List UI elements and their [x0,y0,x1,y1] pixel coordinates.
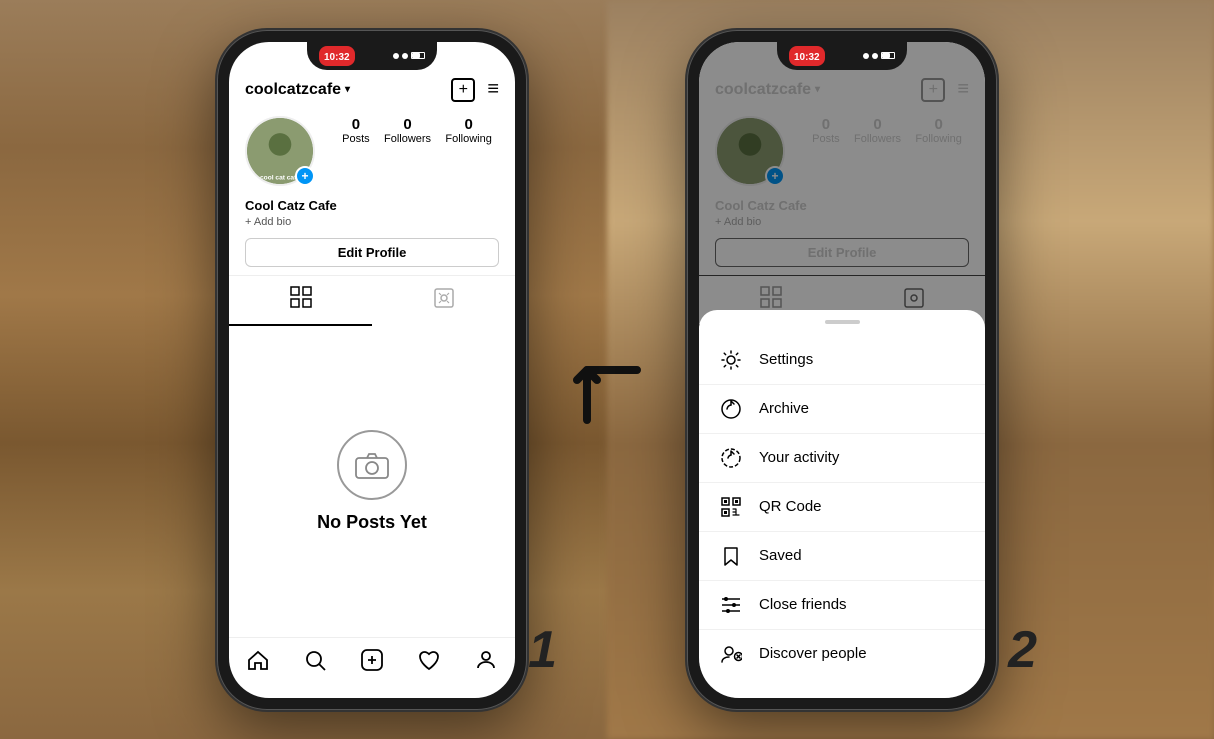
ig-header-1: coolcatzcafe ▾ + ≡ [229,70,515,108]
tab-tagged-1[interactable] [372,276,515,326]
tag-icon-1 [433,287,455,315]
search-nav-icon[interactable] [303,648,327,678]
followers-stat: 0 Followers [384,116,431,145]
arrow-container [567,300,647,440]
username-1[interactable]: coolcatzcafe ▾ [245,81,350,99]
bottom-nav-1 [229,637,515,698]
profile-name-1: Cool Catz Cafe [245,198,499,213]
following-label: Following [445,133,491,145]
grid-icon-1 [290,286,312,314]
battery-icon [411,52,425,59]
avatar-container-1: cool cat cafe + [245,116,315,186]
qr-label: QR Code [759,498,822,515]
saved-label: Saved [759,547,802,564]
phone-2: 10:32 coolcatzcafe ▾ [687,30,997,710]
signal-icon-2 [863,53,869,59]
add-nav-icon[interactable] [360,648,384,678]
home-nav-icon[interactable] [246,648,270,678]
settings-label: Settings [759,351,813,368]
menu-item-discover[interactable]: Discover people [699,630,985,678]
menu-icon-1[interactable]: ≡ [487,78,499,101]
posts-count: 0 [352,116,360,133]
activity-icon [719,447,743,469]
step-number-2: 2 [1008,620,1037,680]
settings-icon [719,349,743,371]
heart-nav-icon[interactable] [417,648,441,678]
posts-stat: 0 Posts [342,116,370,145]
menu-item-close-friends[interactable]: Close friends [699,581,985,630]
time-2: 10:32 [794,52,820,63]
posts-label: Posts [342,133,370,145]
discover-label: Discover people [759,645,867,662]
arrow-icon [567,360,647,440]
time-1: 10:32 [324,52,350,63]
no-posts-text: No Posts Yet [317,512,427,533]
chevron-down-icon: ▾ [345,84,350,95]
archive-icon [719,398,743,420]
notch-2: 10:32 [777,42,907,70]
tabs-row-1 [229,275,515,326]
stats-row-1: 0 Posts 0 Followers 0 Following [335,116,499,145]
tab-grid-1[interactable] [229,276,372,326]
menu-item-saved[interactable]: Saved [699,532,985,581]
add-post-icon[interactable]: + [451,78,475,102]
profile-section-1: cool cat cafe + 0 Posts 0 [229,108,515,194]
signal-icon [393,53,399,59]
add-bio-text-1: + Add bio [245,216,291,228]
dropdown-menu: Settings Archive [699,310,985,698]
discover-icon [719,643,743,665]
step-number-1: 1 [528,620,557,680]
camera-circle [337,430,407,500]
menu-handle [825,320,860,324]
following-count: 0 [464,116,472,133]
activity-label: Your activity [759,449,839,466]
edit-profile-btn-1[interactable]: Edit Profile [245,238,499,267]
archive-label: Archive [759,400,809,417]
username-text-1: coolcatzcafe [245,81,341,99]
wifi-icon-2 [872,53,878,59]
followers-count: 0 [403,116,411,133]
close-friends-icon [719,594,743,616]
following-stat: 0 Following [445,116,491,145]
header-icons-1: + ≡ [451,78,499,102]
add-avatar-badge[interactable]: + [295,166,315,186]
saved-icon [719,545,743,567]
qr-icon [719,496,743,518]
followers-label: Followers [384,133,431,145]
profile-nav-icon[interactable] [474,648,498,678]
phone-1: 10:32 coolcatzcafe ▾ [217,30,527,710]
battery-icon-2 [881,52,895,59]
wifi-icon [402,53,408,59]
menu-item-archive[interactable]: Archive [699,385,985,434]
close-friends-label: Close friends [759,596,847,613]
no-posts-area: No Posts Yet [229,326,515,637]
notch-1: 10:32 [307,42,437,70]
profile-name-section-1: Cool Catz Cafe + Add bio [229,194,515,230]
menu-item-qr[interactable]: QR Code [699,483,985,532]
menu-item-activity[interactable]: Your activity [699,434,985,483]
add-bio-1[interactable]: + Add bio [245,216,499,228]
menu-item-settings[interactable]: Settings [699,336,985,385]
